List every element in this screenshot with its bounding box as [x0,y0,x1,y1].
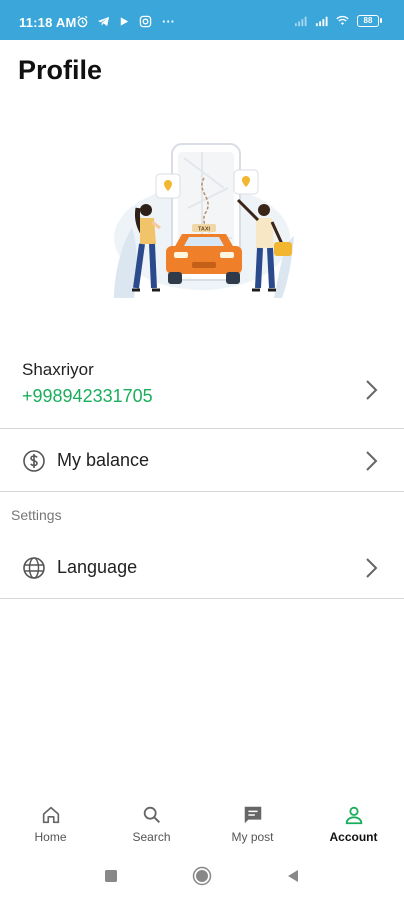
status-time: 11:18 AM [19,15,77,30]
home-icon [42,806,59,824]
chevron-right-icon [366,558,378,578]
battery-icon: 88 [357,14,382,27]
nav-search-label: Search [132,830,171,844]
language-row[interactable]: Language [0,538,404,598]
nav-home[interactable]: Home [0,794,101,852]
nav-account[interactable]: Account [303,794,404,852]
home-button-icon[interactable] [192,866,212,886]
user-phone: +998942331705 [22,386,153,406]
play-icon [120,17,129,26]
system-navigation-bar [0,856,404,900]
back-icon[interactable] [285,868,301,884]
chevron-right-icon [366,380,378,400]
battery-level: 88 [357,14,379,27]
settings-section-label: Settings [11,507,62,523]
divider [0,491,404,492]
nav-my-post-label: My post [231,830,274,844]
user-name: Shaxriyor [22,360,94,379]
nav-account-label: Account [329,830,378,844]
taxi-hailing-illustration: TAXI [114,143,294,298]
bottom-navigation: Home Search My post Account [0,794,404,852]
signal-icon [315,16,328,27]
user-profile-row[interactable]: Shaxriyor +998942331705 [0,352,404,428]
divider [0,428,404,429]
language-label: Language [57,557,138,577]
page-title: Profile [18,55,103,85]
search-icon [143,806,160,824]
telegram-icon [97,16,110,27]
dollar-coin-icon [23,450,45,472]
taxi-sign-text: TAXI [198,227,211,233]
chevron-right-icon [366,451,378,471]
nav-my-post[interactable]: My post [202,794,303,852]
nav-search[interactable]: Search [101,794,202,852]
account-icon [345,806,362,825]
more-notifications-indicator: ··· [162,14,175,29]
instagram-icon [139,15,152,28]
status-bar: 11:18 AM ··· 88 [0,0,404,40]
chat-icon [244,806,261,824]
balance-row[interactable]: My balance [0,430,404,492]
signal-icon [294,16,307,27]
wifi-icon [336,15,349,25]
balance-label: My balance [57,450,150,470]
globe-icon [23,557,45,579]
alarm-icon [77,15,88,28]
recents-icon[interactable] [103,868,119,884]
nav-home-label: Home [34,830,67,844]
divider [0,598,404,599]
